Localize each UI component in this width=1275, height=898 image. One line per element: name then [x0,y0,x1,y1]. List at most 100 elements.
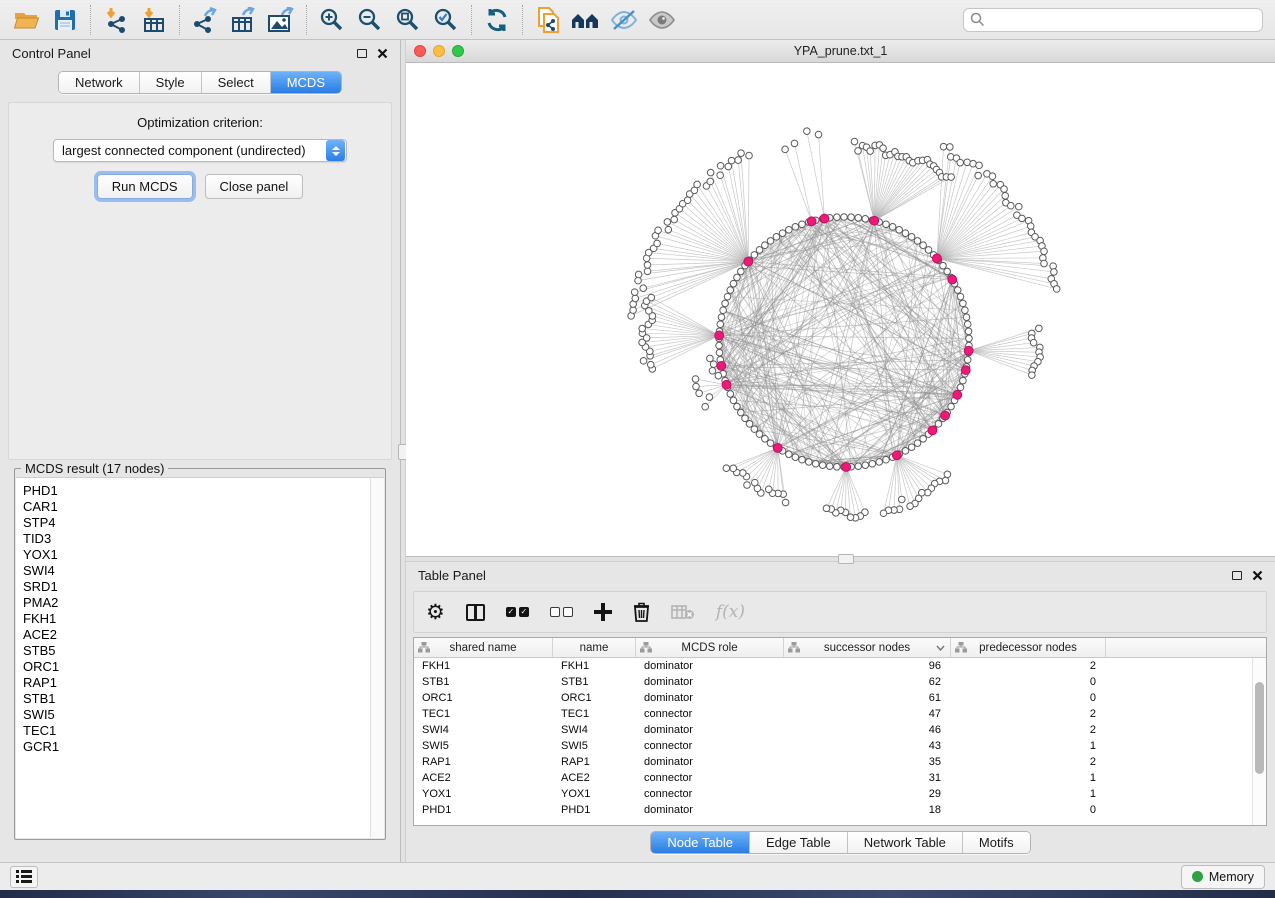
table-row[interactable]: FKH1FKH1dominator962 [414,658,1252,674]
cell-name[interactable]: SWI4 [553,724,636,736]
cell-shared-name[interactable]: TEC1 [414,708,553,720]
tab-style[interactable]: Style [140,72,202,93]
cell-shared-name[interactable]: ORC1 [414,692,553,704]
table-row[interactable]: ACE2ACE2connector311 [414,770,1252,786]
tab-network[interactable]: Network [59,72,140,93]
first-neighbors-button[interactable] [567,4,605,36]
column-header-MCDS-role[interactable]: MCDS role [636,638,784,657]
mcds-result-list[interactable]: PHD1CAR1STP4TID3YOX1SWI4SRD1PMA2FKH1ACE2… [16,477,384,838]
delete-column-button[interactable] [633,602,650,622]
close-panel-icon[interactable] [1252,570,1263,581]
mcds-result-node[interactable]: PHD1 [23,483,370,499]
deselect-all-button[interactable] [550,607,573,617]
clone-network-button[interactable] [529,4,567,36]
cell-shared-name[interactable]: SWI4 [414,724,553,736]
close-panel-icon[interactable] [377,48,388,59]
cell-predecessor-nodes[interactable]: 1 [951,772,1106,784]
horizontal-splitter[interactable] [406,556,1275,562]
mcds-result-node[interactable]: SWI4 [23,563,370,579]
cell-successor-nodes[interactable]: 61 [784,692,951,704]
column-header-shared-name[interactable]: shared name [414,638,553,657]
tab-motifs[interactable]: Motifs [963,832,1030,853]
mcds-result-node[interactable]: SWI5 [23,707,370,723]
cell-predecessor-nodes[interactable]: 0 [951,676,1106,688]
cell-MCDS-role[interactable]: dominator [636,724,784,736]
mcds-result-node[interactable]: STB1 [23,691,370,707]
table-row[interactable]: SWI5SWI5connector431 [414,738,1252,754]
table-row[interactable]: YOX1YOX1connector291 [414,786,1252,802]
mcds-result-node[interactable]: YOX1 [23,547,370,563]
cell-name[interactable]: TEC1 [553,708,636,720]
search-field[interactable] [963,8,1263,32]
cell-name[interactable]: YOX1 [553,788,636,800]
tab-node-table[interactable]: Node Table [651,832,750,853]
mcds-result-node[interactable]: STP4 [23,515,370,531]
column-header-predecessor-nodes[interactable]: predecessor nodes [951,638,1106,657]
export-table-button[interactable] [224,4,262,36]
cell-successor-nodes[interactable]: 31 [784,772,951,784]
tab-network-table[interactable]: Network Table [848,832,963,853]
cell-successor-nodes[interactable]: 29 [784,788,951,800]
cell-shared-name[interactable]: STB1 [414,676,553,688]
column-header-successor-nodes[interactable]: successor nodes [784,638,951,657]
mcds-result-node[interactable]: TEC1 [23,723,370,739]
table-row[interactable]: TEC1TEC1connector472 [414,706,1252,722]
cell-shared-name[interactable]: SWI5 [414,740,553,752]
cell-MCDS-role[interactable]: dominator [636,756,784,768]
cell-MCDS-role[interactable]: dominator [636,660,784,672]
table-row[interactable]: ORC1ORC1dominator610 [414,690,1252,706]
cell-successor-nodes[interactable]: 62 [784,676,951,688]
cell-predecessor-nodes[interactable]: 2 [951,660,1106,672]
cell-name[interactable]: STB1 [553,676,636,688]
mcds-result-node[interactable]: GCR1 [23,739,370,755]
float-panel-icon[interactable] [1232,571,1242,580]
cell-name[interactable]: PHD1 [553,804,636,816]
zoom-in-button[interactable] [313,4,351,36]
network-graph[interactable] [406,63,1275,556]
column-header-name[interactable]: name [553,638,636,657]
mcds-result-node[interactable]: CAR1 [23,499,370,515]
mcds-result-node[interactable]: TID3 [23,531,370,547]
cell-predecessor-nodes[interactable]: 2 [951,724,1106,736]
scrollbar-thumb[interactable] [1255,682,1264,774]
network-canvas[interactable] [406,63,1275,556]
cell-predecessor-nodes[interactable]: 0 [951,804,1106,816]
import-table-button[interactable] [135,4,173,36]
cell-predecessor-nodes[interactable]: 1 [951,788,1106,800]
run-mcds-button[interactable]: Run MCDS [97,174,193,199]
mcds-result-node[interactable]: ORC1 [23,659,370,675]
splitter-grip[interactable] [838,554,854,564]
cell-shared-name[interactable]: PHD1 [414,804,553,816]
show-all-button[interactable] [643,4,681,36]
cell-shared-name[interactable]: FKH1 [414,660,553,672]
cell-name[interactable]: ACE2 [553,772,636,784]
open-file-button[interactable] [8,4,46,36]
cell-MCDS-role[interactable]: connector [636,740,784,752]
tab-edge-table[interactable]: Edge Table [750,832,848,853]
mcds-list-scrollbar[interactable] [370,478,384,838]
cell-predecessor-nodes[interactable]: 0 [951,692,1106,704]
cell-MCDS-role[interactable]: dominator [636,676,784,688]
cell-successor-nodes[interactable]: 18 [784,804,951,816]
cell-MCDS-role[interactable]: connector [636,772,784,784]
cell-name[interactable]: ORC1 [553,692,636,704]
select-all-button[interactable]: ✓✓ [506,607,529,617]
network-window-titlebar[interactable]: YPA_prune.txt_1 [406,40,1275,63]
zoom-selected-button[interactable] [427,4,465,36]
close-panel-button[interactable]: Close panel [205,174,304,199]
cell-MCDS-role[interactable]: dominator [636,692,784,704]
automation-panel-button[interactable] [10,866,38,888]
cell-predecessor-nodes[interactable]: 2 [951,708,1106,720]
cell-name[interactable]: RAP1 [553,756,636,768]
zoom-out-button[interactable] [351,4,389,36]
table-options-button[interactable]: ⚙ [426,602,445,623]
tab-mcds[interactable]: MCDS [271,72,341,93]
export-network-button[interactable] [186,4,224,36]
zoom-fit-button[interactable] [389,4,427,36]
table-row[interactable]: STB1STB1dominator620 [414,674,1252,690]
cell-shared-name[interactable]: RAP1 [414,756,553,768]
cell-MCDS-role[interactable]: connector [636,788,784,800]
cell-successor-nodes[interactable]: 43 [784,740,951,752]
mcds-result-node[interactable]: STB5 [23,643,370,659]
cell-successor-nodes[interactable]: 35 [784,756,951,768]
